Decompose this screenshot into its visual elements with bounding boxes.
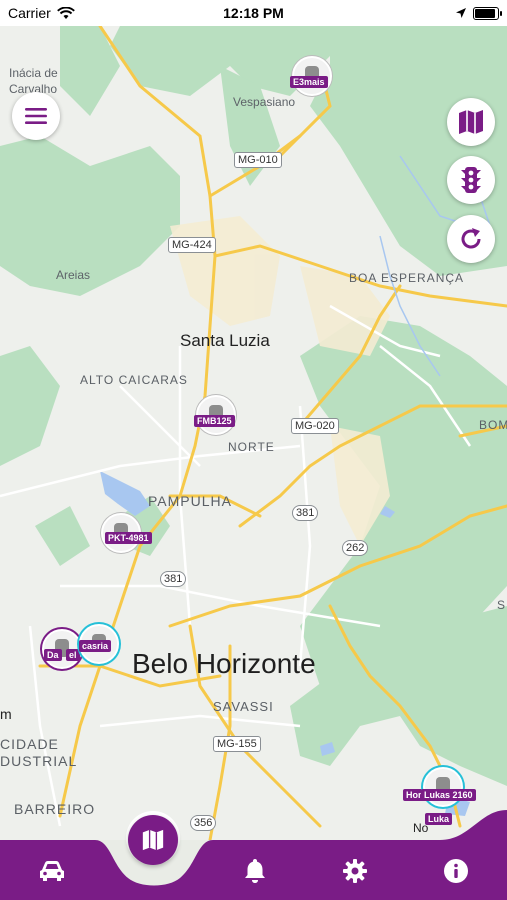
bell-icon — [245, 859, 265, 883]
refresh-button[interactable] — [447, 215, 495, 263]
vehicle-tag: PKT-4981 — [105, 532, 152, 544]
map-icon — [459, 110, 483, 134]
gear-icon — [343, 859, 367, 883]
label-norte: NORTE — [228, 440, 275, 454]
label-santa-luzia: Santa Luzia — [180, 331, 270, 350]
battery-icon — [473, 6, 502, 20]
map-type-button[interactable] — [447, 98, 495, 146]
nav-vehicles[interactable] — [35, 854, 69, 888]
label-boa-esperanca: BOA ESPERANÇA — [349, 271, 465, 285]
bottom-nav — [0, 810, 507, 900]
info-icon — [444, 859, 468, 883]
traffic-light-icon — [461, 167, 481, 193]
vehicle-marker-lukas2160[interactable]: Lukas 2160 — [421, 767, 476, 807]
road-shield-mg010: MG-010 — [234, 152, 282, 168]
vehicle-tag: Da — [44, 649, 62, 661]
nav-settings[interactable] — [338, 854, 372, 888]
road-shield-381a: 381 — [292, 505, 319, 521]
label-vespasiano: Vespasiano — [233, 95, 296, 109]
vehicle-tag: FMB125 — [194, 415, 235, 427]
map-view[interactable]: Inácia de Carvalho Vespasiano Areias San… — [0, 26, 507, 840]
label-inacia: Inácia de — [9, 66, 58, 80]
menu-icon — [25, 108, 47, 124]
label-bom: BOM — [479, 418, 507, 432]
status-bar: Carrier 12:18 PM — [0, 0, 507, 26]
vehicle-tag: Lukas 2160 — [421, 789, 476, 801]
label-industrial: DUSTRIAL — [0, 753, 78, 769]
vehicle-marker-casria[interactable]: casria — [79, 624, 119, 664]
map-icon — [142, 829, 164, 851]
vehicle-tag: el — [66, 649, 80, 661]
refresh-icon — [461, 228, 481, 249]
car-icon — [40, 861, 64, 881]
vehicle-marker-fmb125[interactable]: FMB125 — [194, 395, 236, 435]
label-m: m — [0, 706, 12, 722]
vehicle-marker-e3mais[interactable]: E3mais — [290, 56, 332, 96]
road-shield-mg155: MG-155 — [213, 736, 261, 752]
label-alto-caicaras: ALTO CAICARAS — [80, 373, 188, 387]
vehicle-tag: casria — [79, 640, 112, 652]
road-shield-mg020: MG-020 — [291, 418, 339, 434]
road-shield-262: 262 — [342, 540, 369, 556]
road-shield-mg424: MG-424 — [168, 237, 216, 253]
nav-map[interactable] — [128, 815, 178, 865]
label-areias: Areias — [56, 268, 91, 282]
nav-notifications[interactable] — [238, 854, 272, 888]
label-belo-horizonte: Belo Horizonte — [132, 648, 316, 679]
road-shield-381b: 381 — [160, 571, 187, 587]
traffic-button[interactable] — [447, 156, 495, 204]
label-s: S — [497, 598, 507, 612]
nav-info[interactable] — [439, 854, 473, 888]
label-cidade: CIDADE — [0, 736, 59, 752]
vehicle-tag: E3mais — [290, 76, 328, 88]
label-pampulha: PAMPULHA — [148, 493, 232, 509]
label-savassi: SAVASSI — [213, 699, 274, 714]
menu-button[interactable] — [12, 92, 60, 140]
status-time: 12:18 PM — [223, 5, 284, 21]
map-base — [0, 26, 507, 840]
vehicle-icon — [423, 767, 463, 807]
vehicle-marker-pkt4981[interactable]: PKT-4981 — [101, 513, 152, 553]
